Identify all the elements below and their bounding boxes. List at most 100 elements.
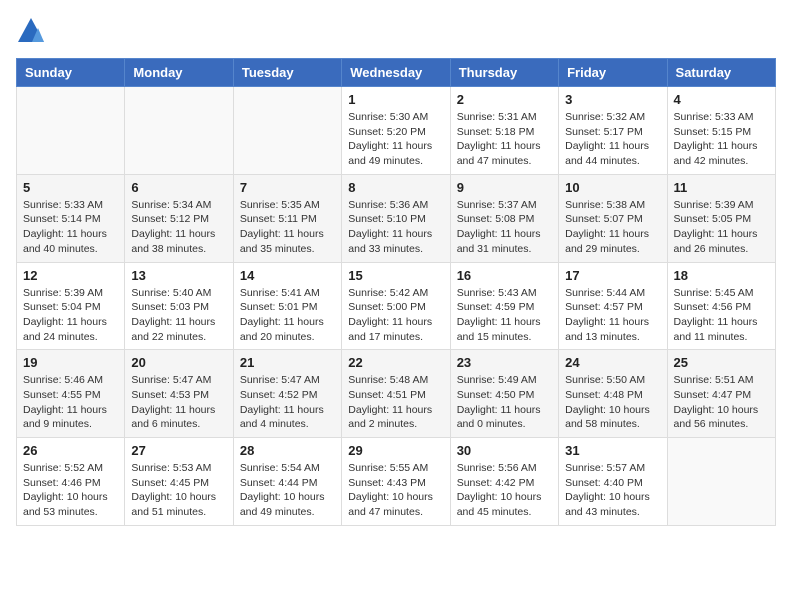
day-info: Sunrise: 5:45 AM Sunset: 4:56 PM Dayligh… xyxy=(674,286,769,345)
day-number: 28 xyxy=(240,443,335,458)
day-number: 11 xyxy=(674,180,769,195)
day-cell-31: 31 Sunrise: 5:57 AM Sunset: 4:40 PM Dayli… xyxy=(559,438,667,526)
day-cell-13: 13Sunrise: 5:40 AM Sunset: 5:03 PM Dayli… xyxy=(125,262,233,350)
page-header xyxy=(16,16,776,46)
day-number: 3 xyxy=(565,92,660,107)
weekday-header-sunday: Sunday xyxy=(17,59,125,87)
day-cell-4: 4Sunrise: 5:33 AM Sunset: 5:15 PM Daylig… xyxy=(667,87,775,175)
day-cell-17: 17 Sunrise: 5:44 AM Sunset: 4:57 PM Dayli… xyxy=(559,262,667,350)
day-number: 15 xyxy=(348,268,443,283)
day-number: 16 xyxy=(457,268,552,283)
day-number: 2 xyxy=(457,92,552,107)
day-info: Sunrise: 5:48 AM Sunset: 4:51 PM Dayligh… xyxy=(348,373,443,432)
day-info: Sunrise: 5:41 AM Sunset: 5:01 PM Dayligh… xyxy=(240,286,335,345)
day-number: 20 xyxy=(131,355,226,370)
day-cell-11: 11 Sunrise: 5:39 AM Sunset: 5:05 PM Dayli… xyxy=(667,174,775,262)
day-cell-2: 2 Sunrise: 5:31 AM Sunset: 5:18 PM Daylig… xyxy=(450,87,558,175)
weekday-header-wednesday: Wednesday xyxy=(342,59,450,87)
weekday-header-monday: Monday xyxy=(125,59,233,87)
day-number: 18 xyxy=(674,268,769,283)
day-info: Sunrise: 5:42 AM Sunset: 5:00 PM Dayligh… xyxy=(348,286,443,345)
week-row-4: 19 Sunrise: 5:46 AM Sunset: 4:55 PM Dayli… xyxy=(17,350,776,438)
day-number: 17 xyxy=(565,268,660,283)
day-number: 12 xyxy=(23,268,118,283)
day-cell-21: 21 Sunrise: 5:47 AM Sunset: 4:52 PM Dayli… xyxy=(233,350,341,438)
day-info: Sunrise: 5:56 AM Sunset: 4:42 PM Dayligh… xyxy=(457,461,552,520)
day-info: Sunrise: 5:47 AM Sunset: 4:52 PM Dayligh… xyxy=(240,373,335,432)
day-number: 9 xyxy=(457,180,552,195)
day-cell-10: 10 Sunrise: 5:38 AM Sunset: 5:07 PM Dayli… xyxy=(559,174,667,262)
day-number: 8 xyxy=(348,180,443,195)
day-number: 29 xyxy=(348,443,443,458)
day-cell-23: 23 Sunrise: 5:49 AM Sunset: 4:50 PM Dayli… xyxy=(450,350,558,438)
weekday-header-saturday: Saturday xyxy=(667,59,775,87)
logo-icon xyxy=(16,16,46,46)
week-row-3: 12Sunrise: 5:39 AM Sunset: 5:04 PM Dayli… xyxy=(17,262,776,350)
day-number: 26 xyxy=(23,443,118,458)
day-cell-1: 1 Sunrise: 5:30 AM Sunset: 5:20 PM Daylig… xyxy=(342,87,450,175)
day-info: Sunrise: 5:53 AM Sunset: 4:45 PM Dayligh… xyxy=(131,461,226,520)
day-number: 10 xyxy=(565,180,660,195)
calendar-table: SundayMondayTuesdayWednesdayThursdayFrid… xyxy=(16,58,776,526)
weekday-header-friday: Friday xyxy=(559,59,667,87)
empty-cell xyxy=(125,87,233,175)
week-row-1: 1 Sunrise: 5:30 AM Sunset: 5:20 PM Daylig… xyxy=(17,87,776,175)
day-info: Sunrise: 5:38 AM Sunset: 5:07 PM Dayligh… xyxy=(565,198,660,257)
day-number: 6 xyxy=(131,180,226,195)
day-cell-7: 7 Sunrise: 5:35 AM Sunset: 5:11 PM Daylig… xyxy=(233,174,341,262)
empty-cell xyxy=(17,87,125,175)
weekday-header-tuesday: Tuesday xyxy=(233,59,341,87)
day-cell-9: 9Sunrise: 5:37 AM Sunset: 5:08 PM Daylig… xyxy=(450,174,558,262)
day-info: Sunrise: 5:33 AM Sunset: 5:15 PM Dayligh… xyxy=(674,110,769,169)
day-cell-14: 14 Sunrise: 5:41 AM Sunset: 5:01 PM Dayli… xyxy=(233,262,341,350)
day-number: 31 xyxy=(565,443,660,458)
day-number: 14 xyxy=(240,268,335,283)
day-info: Sunrise: 5:50 AM Sunset: 4:48 PM Dayligh… xyxy=(565,373,660,432)
logo xyxy=(16,16,48,46)
day-cell-24: 24 Sunrise: 5:50 AM Sunset: 4:48 PM Dayli… xyxy=(559,350,667,438)
day-number: 21 xyxy=(240,355,335,370)
day-info: Sunrise: 5:35 AM Sunset: 5:11 PM Dayligh… xyxy=(240,198,335,257)
empty-cell xyxy=(667,438,775,526)
day-number: 13 xyxy=(131,268,226,283)
day-info: Sunrise: 5:44 AM Sunset: 4:57 PM Dayligh… xyxy=(565,286,660,345)
day-info: Sunrise: 5:47 AM Sunset: 4:53 PM Dayligh… xyxy=(131,373,226,432)
day-cell-29: 29 Sunrise: 5:55 AM Sunset: 4:43 PM Dayli… xyxy=(342,438,450,526)
day-info: Sunrise: 5:51 AM Sunset: 4:47 PM Dayligh… xyxy=(674,373,769,432)
day-cell-15: 15 Sunrise: 5:42 AM Sunset: 5:00 PM Dayli… xyxy=(342,262,450,350)
day-number: 22 xyxy=(348,355,443,370)
day-info: Sunrise: 5:57 AM Sunset: 4:40 PM Dayligh… xyxy=(565,461,660,520)
day-info: Sunrise: 5:31 AM Sunset: 5:18 PM Dayligh… xyxy=(457,110,552,169)
day-cell-28: 28 Sunrise: 5:54 AM Sunset: 4:44 PM Dayli… xyxy=(233,438,341,526)
day-cell-8: 8Sunrise: 5:36 AM Sunset: 5:10 PM Daylig… xyxy=(342,174,450,262)
day-cell-3: 3 Sunrise: 5:32 AM Sunset: 5:17 PM Daylig… xyxy=(559,87,667,175)
day-cell-12: 12Sunrise: 5:39 AM Sunset: 5:04 PM Dayli… xyxy=(17,262,125,350)
day-info: Sunrise: 5:46 AM Sunset: 4:55 PM Dayligh… xyxy=(23,373,118,432)
day-number: 1 xyxy=(348,92,443,107)
day-cell-27: 27 Sunrise: 5:53 AM Sunset: 4:45 PM Dayli… xyxy=(125,438,233,526)
day-info: Sunrise: 5:52 AM Sunset: 4:46 PM Dayligh… xyxy=(23,461,118,520)
day-info: Sunrise: 5:34 AM Sunset: 5:12 PM Dayligh… xyxy=(131,198,226,257)
day-cell-25: 25 Sunrise: 5:51 AM Sunset: 4:47 PM Dayli… xyxy=(667,350,775,438)
day-info: Sunrise: 5:32 AM Sunset: 5:17 PM Dayligh… xyxy=(565,110,660,169)
empty-cell xyxy=(233,87,341,175)
day-number: 25 xyxy=(674,355,769,370)
day-info: Sunrise: 5:39 AM Sunset: 5:05 PM Dayligh… xyxy=(674,198,769,257)
day-number: 24 xyxy=(565,355,660,370)
day-cell-5: 5Sunrise: 5:33 AM Sunset: 5:14 PM Daylig… xyxy=(17,174,125,262)
day-cell-22: 22 Sunrise: 5:48 AM Sunset: 4:51 PM Dayli… xyxy=(342,350,450,438)
day-info: Sunrise: 5:54 AM Sunset: 4:44 PM Dayligh… xyxy=(240,461,335,520)
day-number: 5 xyxy=(23,180,118,195)
week-row-5: 26 Sunrise: 5:52 AM Sunset: 4:46 PM Dayli… xyxy=(17,438,776,526)
day-number: 27 xyxy=(131,443,226,458)
day-number: 7 xyxy=(240,180,335,195)
weekday-header-thursday: Thursday xyxy=(450,59,558,87)
day-number: 23 xyxy=(457,355,552,370)
day-info: Sunrise: 5:30 AM Sunset: 5:20 PM Dayligh… xyxy=(348,110,443,169)
day-cell-30: 30Sunrise: 5:56 AM Sunset: 4:42 PM Dayli… xyxy=(450,438,558,526)
day-info: Sunrise: 5:55 AM Sunset: 4:43 PM Dayligh… xyxy=(348,461,443,520)
day-info: Sunrise: 5:49 AM Sunset: 4:50 PM Dayligh… xyxy=(457,373,552,432)
day-number: 19 xyxy=(23,355,118,370)
day-cell-20: 20 Sunrise: 5:47 AM Sunset: 4:53 PM Dayli… xyxy=(125,350,233,438)
day-cell-19: 19 Sunrise: 5:46 AM Sunset: 4:55 PM Dayli… xyxy=(17,350,125,438)
